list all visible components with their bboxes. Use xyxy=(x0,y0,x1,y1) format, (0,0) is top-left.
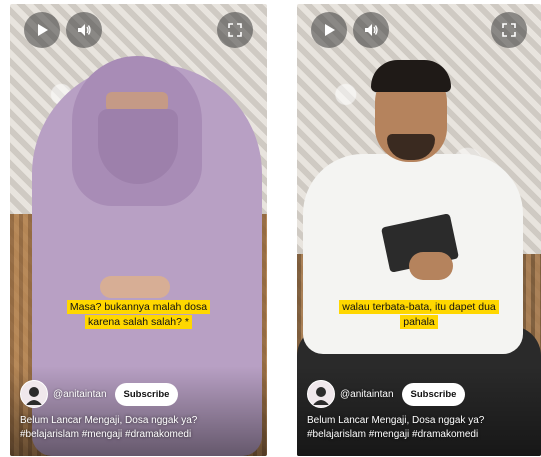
video-card-right[interactable]: walau terbata-bata, itu dapet dua pahala… xyxy=(297,4,541,456)
play-button[interactable] xyxy=(311,12,347,48)
caption-line-2: pahala xyxy=(400,315,438,329)
channel-row: @anitaintan Subscribe xyxy=(307,380,466,408)
channel-avatar[interactable] xyxy=(307,380,335,408)
description-hashtags[interactable]: #belajarislam #mengaji #dramakomedi xyxy=(307,428,537,442)
video-card-left[interactable]: Masa? bukannya malah dosa karena salah s… xyxy=(10,4,267,456)
channel-row: @anitaintan Subscribe xyxy=(20,380,179,408)
person-hand xyxy=(409,252,453,280)
volume-button[interactable] xyxy=(353,12,389,48)
subscribe-button[interactable]: Subscribe xyxy=(401,382,466,406)
fullscreen-button[interactable] xyxy=(217,12,253,48)
channel-avatar[interactable] xyxy=(20,380,48,408)
channel-name[interactable]: @anitaintan xyxy=(340,389,394,400)
avatar-icon xyxy=(26,387,42,405)
subtitle-caption: Masa? bukannya malah dosa karena salah s… xyxy=(10,300,267,330)
video-description: Belum Lancar Mengaji, Dosa nggak ya? #be… xyxy=(307,414,537,442)
subscribe-button[interactable]: Subscribe xyxy=(114,382,179,406)
person-hair xyxy=(371,60,451,92)
fullscreen-icon xyxy=(228,23,242,37)
caption-line-1: Masa? bukannya malah dosa xyxy=(66,300,211,314)
volume-icon xyxy=(365,24,378,36)
channel-name[interactable]: @anitaintan xyxy=(53,389,107,400)
description-title: Belum Lancar Mengaji, Dosa nggak ya? xyxy=(307,415,485,426)
caption-line-2: karena salah salah? * xyxy=(85,315,192,329)
description-hashtags[interactable]: #belajarislam #mengaji #dramakomedi xyxy=(20,428,250,442)
play-button[interactable] xyxy=(24,12,60,48)
volume-button[interactable] xyxy=(66,12,102,48)
volume-icon xyxy=(78,24,91,36)
play-icon xyxy=(38,24,48,36)
avatar-icon xyxy=(313,387,329,405)
fullscreen-icon xyxy=(502,23,516,37)
play-icon xyxy=(325,24,335,36)
subtitle-caption: walau terbata-bata, itu dapet dua pahala xyxy=(297,300,541,330)
description-title: Belum Lancar Mengaji, Dosa nggak ya? xyxy=(20,415,198,426)
fullscreen-button[interactable] xyxy=(491,12,527,48)
person-hands xyxy=(100,276,170,298)
caption-line-1: walau terbata-bata, itu dapet dua xyxy=(339,300,499,314)
video-description: Belum Lancar Mengaji, Dosa nggak ya? #be… xyxy=(20,414,250,442)
